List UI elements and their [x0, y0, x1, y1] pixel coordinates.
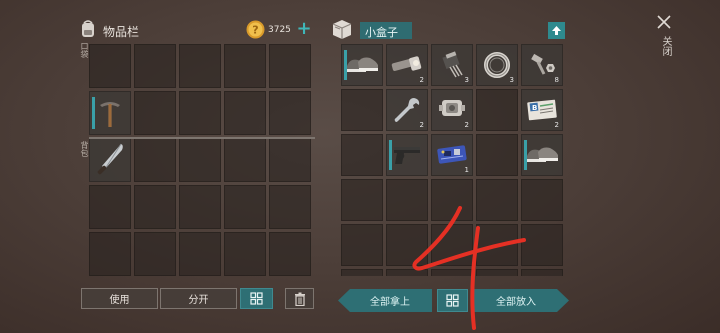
container-slot[interactable]: 3 [476, 44, 518, 86]
discard-button[interactable] [285, 288, 314, 309]
container-slot[interactable]: 8 [521, 44, 563, 86]
arrow-up-icon [552, 26, 561, 35]
inventory-slot[interactable] [269, 138, 311, 182]
container-slot[interactable]: 2 [386, 89, 428, 131]
inventory-slot[interactable] [179, 91, 221, 135]
container-slot[interactable]: 1 [431, 134, 473, 176]
container-slot[interactable] [341, 134, 383, 176]
split-button[interactable]: 分开 [160, 288, 237, 309]
inventory-slot[interactable] [269, 91, 311, 135]
inventory-slot[interactable] [179, 232, 221, 276]
container-slot[interactable]: B2 [521, 89, 563, 131]
coin-amount: 3725 [268, 25, 291, 35]
inventory-slot[interactable] [179, 44, 221, 88]
container-slot[interactable] [341, 224, 383, 266]
inventory-slot[interactable] [269, 232, 311, 276]
item-count: 1 [464, 166, 469, 174]
inventory-slot[interactable] [134, 44, 176, 88]
coin-icon: ? [246, 20, 265, 39]
inventory-slot[interactable] [134, 91, 176, 135]
inventory-slot[interactable] [269, 185, 311, 229]
close-button[interactable]: 关闭 [652, 12, 676, 70]
container-title: 小盒子 [365, 26, 398, 39]
inventory-slot[interactable] [179, 185, 221, 229]
pocket-backpack-divider [89, 137, 315, 139]
inventory-slot[interactable] [134, 232, 176, 276]
inventory-slot[interactable] [89, 138, 131, 182]
inventory-slot[interactable] [224, 44, 266, 88]
inventory-slot[interactable] [89, 232, 131, 276]
container-slot[interactable] [521, 134, 563, 176]
close-icon [657, 15, 671, 29]
inventory-slot[interactable] [134, 138, 176, 182]
container-slot[interactable] [341, 44, 383, 86]
item-count: 3 [509, 76, 514, 84]
item-count: 2 [554, 121, 559, 129]
box-icon [332, 20, 352, 39]
container-slot[interactable] [341, 179, 383, 221]
take-all-label: 全部拿上 [370, 297, 410, 308]
container-slot[interactable] [476, 134, 518, 176]
inventory-slot[interactable] [89, 91, 131, 135]
grid-sort-icon [250, 292, 263, 305]
container-slot[interactable] [476, 89, 518, 131]
add-coins-button[interactable]: + [295, 19, 313, 39]
svg-text:?: ? [252, 24, 258, 37]
close-label: 关闭 [660, 36, 671, 56]
inventory-slot[interactable] [134, 185, 176, 229]
inventory-title: 物品栏 [103, 25, 140, 39]
inventory-slot[interactable] [89, 185, 131, 229]
inventory-screen: 物品栏 ? 3725 + 口袋 背包 小盒子 233822B21 关闭 使用 分… [0, 0, 720, 333]
inventory-slot[interactable] [224, 185, 266, 229]
item-count: 2 [419, 76, 424, 84]
svg-text:B: B [532, 104, 537, 112]
inventory-slot[interactable] [269, 44, 311, 88]
inventory-slot[interactable] [179, 138, 221, 182]
player-inventory-grid [89, 44, 315, 276]
item-count: 2 [464, 121, 469, 129]
container-slot[interactable] [341, 269, 383, 276]
overlay-text: 4 [0, 0, 1, 1]
use-button[interactable]: 使用 [81, 288, 158, 309]
container-slot[interactable]: 3 [431, 44, 473, 86]
inventory-slot[interactable] [224, 232, 266, 276]
item-count: 2 [419, 121, 424, 129]
container-slot[interactable] [386, 134, 428, 176]
trash-icon [294, 292, 305, 306]
container-slot[interactable]: 2 [386, 44, 428, 86]
item-count: 3 [464, 76, 469, 84]
handwritten-4-annotation [412, 206, 526, 330]
item-count: 8 [554, 76, 559, 84]
inventory-slot[interactable] [224, 91, 266, 135]
backpack-icon [82, 20, 94, 37]
container-slot[interactable] [341, 89, 383, 131]
inventory-slot[interactable] [224, 138, 266, 182]
container-slot[interactable]: 2 [431, 89, 473, 131]
inventory-slot[interactable] [89, 44, 131, 88]
sort-up-button[interactable] [548, 22, 565, 39]
sort-grid-button[interactable] [240, 288, 273, 309]
